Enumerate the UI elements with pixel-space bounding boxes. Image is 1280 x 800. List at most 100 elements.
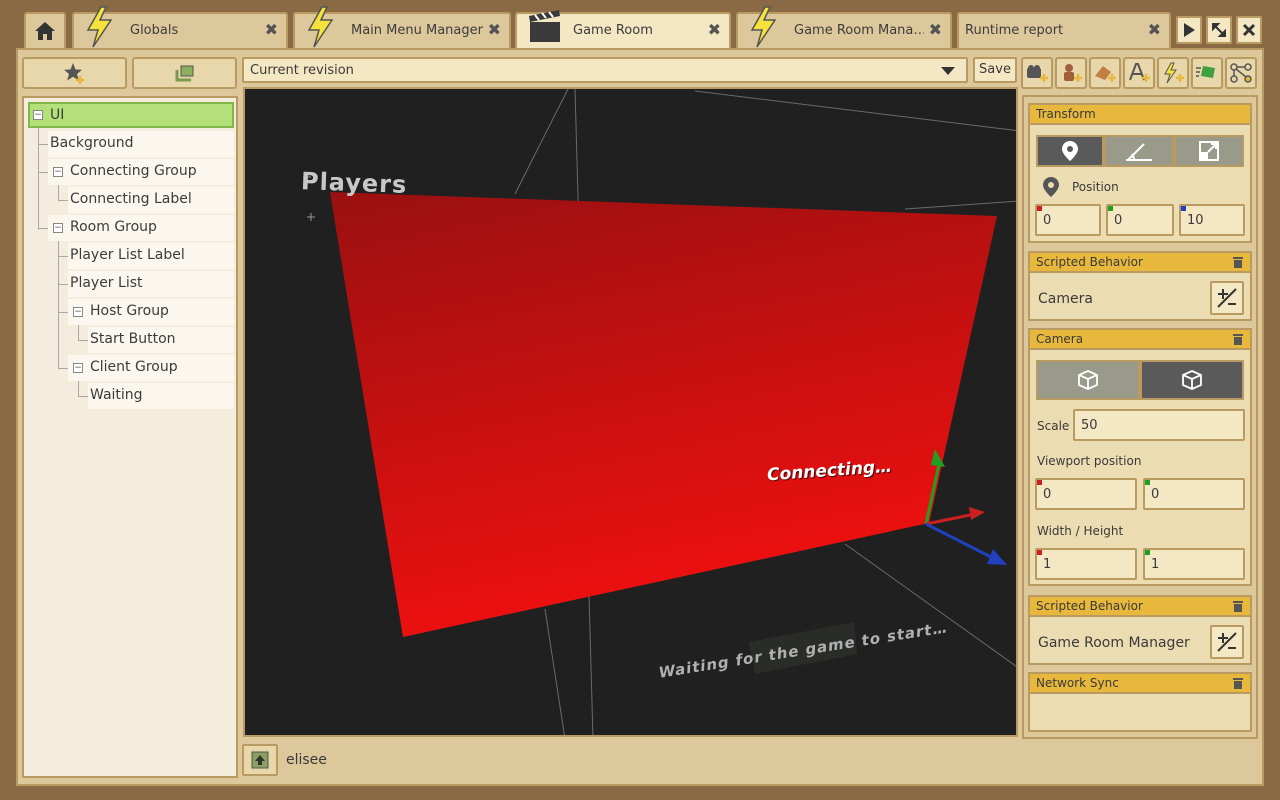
location-pin-icon: [1043, 177, 1059, 197]
cube-outline-icon: [1078, 370, 1098, 390]
trash-icon[interactable]: [1232, 676, 1244, 690]
tree-node-label: Room Group: [70, 219, 157, 235]
lightning-add-icon: [1164, 62, 1184, 84]
move-mode-button[interactable]: [1036, 135, 1104, 167]
add-camera-button[interactable]: [1021, 57, 1053, 89]
cube-icon: [1182, 370, 1202, 390]
close-icon[interactable]: ✖: [1148, 20, 1161, 39]
orthographic-mode-button[interactable]: [1036, 360, 1140, 400]
viewport-y-input[interactable]: 0: [1143, 478, 1245, 510]
tree-node-label: Player List: [70, 275, 143, 291]
network-add-icon: [1196, 66, 1215, 78]
tab-main-menu-manager[interactable]: Main Menu Manager ✖: [293, 6, 511, 48]
panel-title: Scripted Behavior: [1030, 253, 1250, 273]
position-z-input[interactable]: 10: [1179, 204, 1245, 236]
tree-node-background[interactable]: Background: [48, 131, 234, 157]
tree-node-connecting-group[interactable]: Connecting Group: [48, 159, 234, 185]
location-pin-icon: [1062, 141, 1078, 161]
text-add-icon: [1129, 63, 1150, 82]
add-network-sync-button[interactable]: [1191, 57, 1223, 89]
rotate-mode-button[interactable]: [1104, 135, 1174, 167]
tree-node-ui[interactable]: UI: [28, 102, 234, 128]
tab-label: Game Room Mana…: [794, 23, 924, 38]
tree-node-label: Client Group: [90, 359, 178, 375]
add-text-button[interactable]: [1123, 57, 1155, 89]
scale-mode-button[interactable]: [1174, 135, 1244, 167]
close-icon[interactable]: ✖: [708, 20, 721, 39]
scale-label: Scale: [1037, 419, 1070, 433]
close-icon[interactable]: ✖: [265, 20, 278, 39]
edit-behavior-button[interactable]: [1210, 281, 1244, 315]
save-button[interactable]: Save: [973, 57, 1017, 83]
lightning-icon: [86, 6, 113, 48]
red-plane: [330, 192, 997, 637]
run-button[interactable]: [1176, 16, 1202, 44]
up-level-button[interactable]: [242, 744, 278, 776]
tree-node-start-button[interactable]: Start Button: [88, 327, 234, 353]
viewport-height-input[interactable]: 1: [1143, 548, 1245, 580]
tree-node-host-group[interactable]: Host Group: [68, 299, 234, 325]
home-button[interactable]: [24, 12, 66, 48]
add-node-button[interactable]: [1225, 57, 1257, 89]
tree-node-player-list[interactable]: Player List: [68, 271, 234, 297]
tree-node-waiting[interactable]: Waiting: [88, 383, 234, 409]
resize-icon: [1212, 23, 1226, 37]
width-height-label: Width / Height: [1037, 524, 1124, 538]
chevron-down-icon: [941, 67, 955, 75]
close-window-button[interactable]: [1236, 16, 1262, 44]
perspective-mode-button[interactable]: [1140, 360, 1244, 400]
panel-title: Camera: [1030, 330, 1250, 350]
tab-game-room[interactable]: Game Room ✖: [515, 10, 731, 48]
tree-node-connecting-label[interactable]: Connecting Label: [68, 187, 234, 213]
tree-node-label: Player List Label: [70, 247, 185, 263]
new-actor-button[interactable]: [22, 57, 127, 89]
new-prefab-button[interactable]: [132, 57, 237, 89]
tab-game-room-manager[interactable]: Game Room Mana… ✖: [736, 6, 952, 48]
tree-node-room-group[interactable]: Room Group: [48, 215, 234, 241]
scene-viewport[interactable]: Players Connecting… Waiting for the game…: [243, 87, 1018, 737]
resize-button[interactable]: [1206, 16, 1232, 44]
tree-node-label: Background: [50, 135, 134, 151]
position-label: Position: [1072, 180, 1119, 194]
add-behavior-button[interactable]: [1157, 57, 1189, 89]
position-x-input[interactable]: 0: [1035, 204, 1101, 236]
viewport-width-input[interactable]: 1: [1035, 548, 1137, 580]
collapse-toggle[interactable]: −: [53, 167, 63, 177]
behavior-name: Game Room Manager: [1038, 635, 1190, 651]
transform-gizmo[interactable]: [924, 449, 1007, 565]
trash-icon[interactable]: [1232, 255, 1244, 269]
viewport-x-input[interactable]: 0: [1035, 478, 1137, 510]
lightning-icon: [307, 6, 334, 48]
arrow-up-icon: [251, 751, 269, 769]
network-sync-panel: Network Sync: [1028, 672, 1252, 732]
add-model-button[interactable]: [1055, 57, 1087, 89]
lightning-icon: [750, 6, 777, 48]
trash-icon[interactable]: [1232, 599, 1244, 613]
scene-tree: UI − Background Connecting Group − Conne…: [22, 96, 238, 778]
tab-runtime-report[interactable]: Runtime report ✖: [957, 12, 1171, 48]
home-icon: [35, 22, 55, 40]
collapse-toggle[interactable]: −: [73, 307, 83, 317]
revision-select[interactable]: Current revision: [242, 57, 968, 83]
collapse-toggle[interactable]: −: [53, 223, 63, 233]
camera-scale-input[interactable]: 50: [1073, 409, 1245, 441]
tree-node-label: Connecting Group: [70, 163, 197, 179]
collapse-toggle[interactable]: −: [73, 363, 83, 373]
play-icon: [1184, 23, 1195, 37]
edit-behavior-button[interactable]: [1210, 625, 1244, 659]
collapse-toggle[interactable]: −: [33, 110, 43, 120]
tree-node-client-group[interactable]: Client Group: [68, 355, 234, 381]
close-icon[interactable]: ✖: [488, 20, 501, 39]
tab-globals[interactable]: Globals ✖: [72, 6, 288, 48]
add-sprite-button[interactable]: [1089, 57, 1121, 89]
behavior-name: Camera: [1038, 291, 1093, 307]
position-y-input[interactable]: 0: [1106, 204, 1174, 236]
panel-title: Scripted Behavior: [1030, 597, 1250, 617]
close-icon[interactable]: ✖: [929, 20, 942, 39]
viewport-position-label: Viewport position: [1037, 454, 1142, 468]
sprite-add-icon: [1095, 66, 1116, 82]
trash-icon[interactable]: [1232, 332, 1244, 346]
tree-node-player-list-label[interactable]: Player List Label: [68, 243, 234, 269]
revision-value: Current revision: [250, 63, 354, 78]
tab-label: Game Room: [573, 23, 653, 38]
